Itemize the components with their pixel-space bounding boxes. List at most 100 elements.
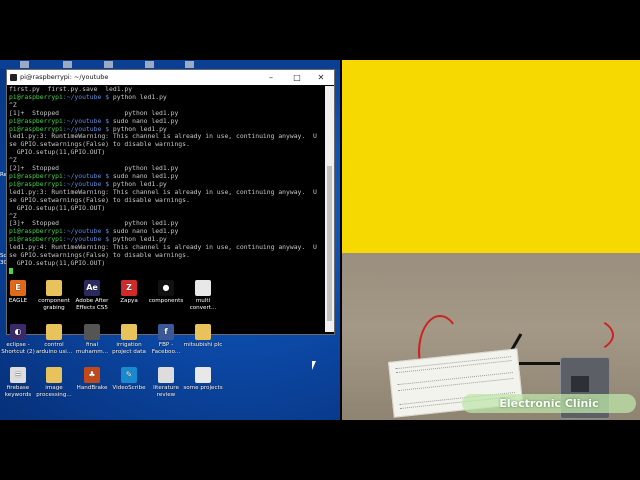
- windows-desktop: Re Sc 30 pi@raspberrypi: ~/youtube – □ ✕…: [0, 60, 340, 420]
- folder-icon: [195, 367, 211, 383]
- desktop-icon[interactable]: f FBP - Faceboo...: [145, 324, 187, 355]
- desktop-icon-label: irrigation project data: [112, 342, 146, 355]
- desktop-icon-label: VideoScribe: [112, 385, 146, 391]
- terminal-text: [2]+ Stopped python led1.py: [9, 164, 179, 173]
- terminal-text: GPIO.setup(11,GPIO.OUT): [9, 203, 106, 212]
- desktop-icon-label: HandBrake: [76, 385, 108, 391]
- terminal-titlebar[interactable]: pi@raspberrypi: ~/youtube – □ ✕: [7, 70, 334, 85]
- desktop-icon-label: components: [148, 298, 184, 304]
- folder-icon: [158, 367, 174, 383]
- desktop-icon[interactable]: control arduino usi...: [33, 324, 75, 355]
- terminal-text: se GPIO.setwarnings(False) to disable wa…: [9, 140, 190, 149]
- terminal-text: [1]+ Stopped python led1.py: [9, 108, 179, 117]
- app-icon: f: [158, 324, 174, 340]
- desktop-icon[interactable]: component grabing: [33, 280, 75, 311]
- terminal-scrollbar[interactable]: [325, 86, 334, 332]
- desktop-icon-label: Adobe After Effects CS5: [75, 298, 109, 311]
- terminal-text: se GPIO.setwarnings(False) to disable wa…: [9, 195, 190, 204]
- terminal-cursor: [9, 267, 13, 274]
- desktop-icon[interactable]: Ae Adobe After Effects CS5: [71, 280, 113, 311]
- terminal-text: python led1.py: [112, 124, 167, 133]
- terminal-text: python led1.py: [112, 179, 167, 188]
- terminal-text: python led1.py: [112, 92, 167, 101]
- folder-icon: [84, 324, 100, 340]
- desktop-icon[interactable]: some projects: [182, 367, 224, 392]
- desktop-icon[interactable]: final muhamm...: [71, 324, 113, 355]
- terminal-text: :~/youtube $: [62, 92, 113, 101]
- terminal-line: GPIO.setup(11,GPIO.OUT): [9, 259, 321, 268]
- minimize-button[interactable]: –: [260, 70, 282, 85]
- terminal-line: pi@raspberrypi:~/youtube $ python led1.p…: [9, 92, 321, 102]
- terminal-text: sudo nano led1.py: [112, 116, 179, 125]
- folder-icon: [46, 324, 62, 340]
- app-icon: ♣: [84, 367, 100, 383]
- red-wire: [520, 313, 614, 357]
- terminal-text: pi@raspberrypi: [9, 235, 63, 244]
- desktop-icon-label: multi convert...: [189, 298, 217, 311]
- terminal-text: sudo nano led1.py: [112, 171, 179, 180]
- close-button[interactable]: ✕: [310, 70, 332, 85]
- terminal-text: sudo nano led1.py: [112, 227, 179, 236]
- desktop-icon[interactable]: mitsubishi plc: [182, 324, 224, 349]
- terminal-text: :~/youtube $: [62, 171, 113, 180]
- desktop-icon[interactable]: image processing...: [33, 367, 75, 398]
- mouse-cursor-icon: [312, 361, 316, 370]
- desktop-icon-label: final muhamm...: [75, 342, 109, 355]
- desktop-icon-label: FBP - Faceboo...: [151, 342, 181, 355]
- terminal-text: python led1.py: [112, 235, 167, 244]
- desktop-icon-label: component grabing: [38, 298, 70, 311]
- folder-icon: [195, 280, 211, 296]
- desktop-top-strip: [0, 60, 340, 69]
- video-frame: Re Sc 30 pi@raspberrypi: ~/youtube – □ ✕…: [0, 60, 640, 420]
- terminal-text: pi@raspberrypi: [9, 179, 63, 188]
- terminal-text: [3]+ Stopped python led1.py: [9, 219, 179, 228]
- terminal-line: GPIO.setup(11,GPIO.OUT): [9, 148, 321, 157]
- watermark: Electronic Clinic: [462, 394, 636, 413]
- desktop-icon[interactable]: ♣ HandBrake: [71, 367, 113, 392]
- window-title: pi@raspberrypi: ~/youtube: [20, 73, 109, 81]
- terminal-text: se GPIO.setwarnings(False) to disable wa…: [9, 251, 190, 260]
- folder-icon: [195, 324, 211, 340]
- terminal-line: [9, 267, 321, 276]
- folder-icon: [121, 324, 137, 340]
- terminal-line: GPIO.setup(11,GPIO.OUT): [9, 203, 321, 213]
- yellow-panel: [342, 60, 640, 253]
- desktop-icon[interactable]: ● components: [145, 280, 187, 305]
- folder-icon: [46, 280, 62, 296]
- terminal-text: ^Z: [9, 156, 17, 165]
- usb-cable: [515, 362, 565, 365]
- terminal-text: pi@raspberrypi: [9, 171, 63, 180]
- app-icon: Ae: [84, 280, 100, 296]
- putty-icon: [10, 74, 17, 81]
- desktop-icon[interactable]: multi convert...: [182, 280, 224, 311]
- desktop-icon[interactable]: Z Zapya: [108, 280, 150, 305]
- app-icon: ≡: [10, 367, 26, 383]
- terminal-text: ^Z: [9, 100, 17, 109]
- app-icon: ✎: [121, 367, 137, 383]
- app-icon: ◐: [10, 324, 26, 340]
- terminal-text: pi@raspberrypi: [9, 92, 63, 101]
- scrollbar-thumb[interactable]: [327, 166, 332, 321]
- terminal-text: led1.py:4: RuntimeWarning: This channel …: [9, 243, 317, 252]
- desktop-icon-label: control arduino usi...: [35, 342, 73, 355]
- terminal-text: :~/youtube $: [62, 227, 113, 236]
- terminal-text: led1.py:3: RuntimeWarning: This channel …: [9, 132, 317, 141]
- terminal-text: GPIO.setup(11,GPIO.OUT): [9, 148, 106, 157]
- terminal-text: pi@raspberrypi: [9, 116, 63, 125]
- terminal-text: ^Z: [9, 211, 17, 220]
- terminal-text: :~/youtube $: [62, 235, 113, 244]
- maximize-button[interactable]: □: [286, 70, 308, 85]
- desktop-icon[interactable]: irrigation project data: [108, 324, 150, 355]
- folder-icon: [46, 367, 62, 383]
- desktop-icon-label: Zapya: [120, 298, 138, 304]
- terminal-text: :~/youtube $: [62, 124, 113, 133]
- terminal-text: led1.py:3: RuntimeWarning: This channel …: [9, 187, 317, 196]
- app-icon: Z: [121, 280, 137, 296]
- terminal-text: pi@raspberrypi: [9, 227, 63, 236]
- desktop-icon-label: literature review: [153, 385, 179, 398]
- desktop-icon[interactable]: literature review: [145, 367, 187, 398]
- desktop-icon-label: mitsubishi plc: [183, 342, 223, 348]
- desktop-icon-label: image processing...: [36, 385, 72, 398]
- app-icon: ●: [158, 280, 174, 296]
- desktop-icon[interactable]: ✎ VideoScribe: [108, 367, 150, 392]
